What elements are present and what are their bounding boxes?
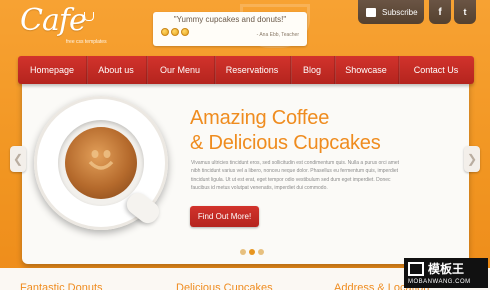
nav-item-about[interactable]: About us (86, 56, 146, 84)
star-icon (161, 28, 169, 36)
watermark-badge: 模板王 MOBANWANG.COM (404, 258, 488, 288)
subscribe-label: Subscribe (382, 7, 418, 17)
chevron-left-icon: ❮ (12, 152, 24, 166)
rss-icon (366, 7, 376, 17)
nav-item-homepage[interactable]: Homepage (18, 65, 86, 75)
nav-item-menu[interactable]: Our Menu (146, 56, 214, 84)
hero-title-line1: Amazing Coffee (190, 107, 330, 129)
twitter-icon: t (463, 7, 467, 17)
quote-text: "Yummy cupcakes and donuts!" (173, 15, 287, 24)
slider-next-button[interactable]: ❯ (464, 146, 480, 172)
main-nav: Homepage About us Our Menu Reservations … (18, 56, 474, 84)
hero-body-text: Vivamus ultricies tincidunt eros, sed so… (191, 160, 400, 192)
logo-text: Cafe (20, 3, 87, 38)
hero-title-line2: & Delicious Cupcakes (190, 132, 381, 154)
slider-dot-active[interactable] (249, 249, 255, 255)
logo-tagline: free css templates (66, 39, 107, 45)
slider-dots (240, 249, 264, 255)
subscribe-button[interactable]: Subscribe (358, 0, 424, 24)
watermark-logo-icon (408, 262, 424, 276)
find-out-more-button[interactable]: Find Out More! (190, 206, 259, 227)
column-title-cupcakes: Delicious Cupcakes (176, 282, 273, 290)
slider-dot[interactable] (258, 249, 264, 255)
star-icon (181, 28, 189, 36)
quote-author: - Ana Ebb, Teacher (256, 32, 299, 38)
hero-title: Amazing Coffee & Delicious Cupcakes (190, 106, 381, 156)
facebook-button[interactable]: f (429, 0, 451, 24)
column-title-donuts: Fantastic Donuts (20, 282, 103, 290)
nav-item-reservations[interactable]: Reservations (214, 56, 290, 84)
twitter-button[interactable]: t (454, 0, 476, 24)
star-icon (171, 28, 179, 36)
nav-item-contact[interactable]: Contact Us (398, 56, 474, 84)
logo-cup-icon (84, 12, 94, 21)
smiley-latte-art-icon (88, 150, 114, 170)
slider-dot[interactable] (240, 249, 246, 255)
site-logo[interactable]: Cafe free css templates (20, 3, 107, 46)
nav-item-showcase[interactable]: Showcase (334, 56, 398, 84)
rating-stars (161, 28, 189, 36)
chevron-right-icon: ❯ (466, 152, 478, 166)
facebook-icon: f (438, 6, 442, 18)
slider-prev-button[interactable]: ❮ (10, 146, 26, 172)
watermark-url: MOBANWANG.COM (408, 279, 471, 285)
nav-item-blog[interactable]: Blog (290, 56, 334, 84)
testimonial-quote: "Yummy cupcakes and donuts!" - Ana Ebb, … (153, 12, 307, 46)
watermark-title: 模板王 (428, 262, 465, 276)
